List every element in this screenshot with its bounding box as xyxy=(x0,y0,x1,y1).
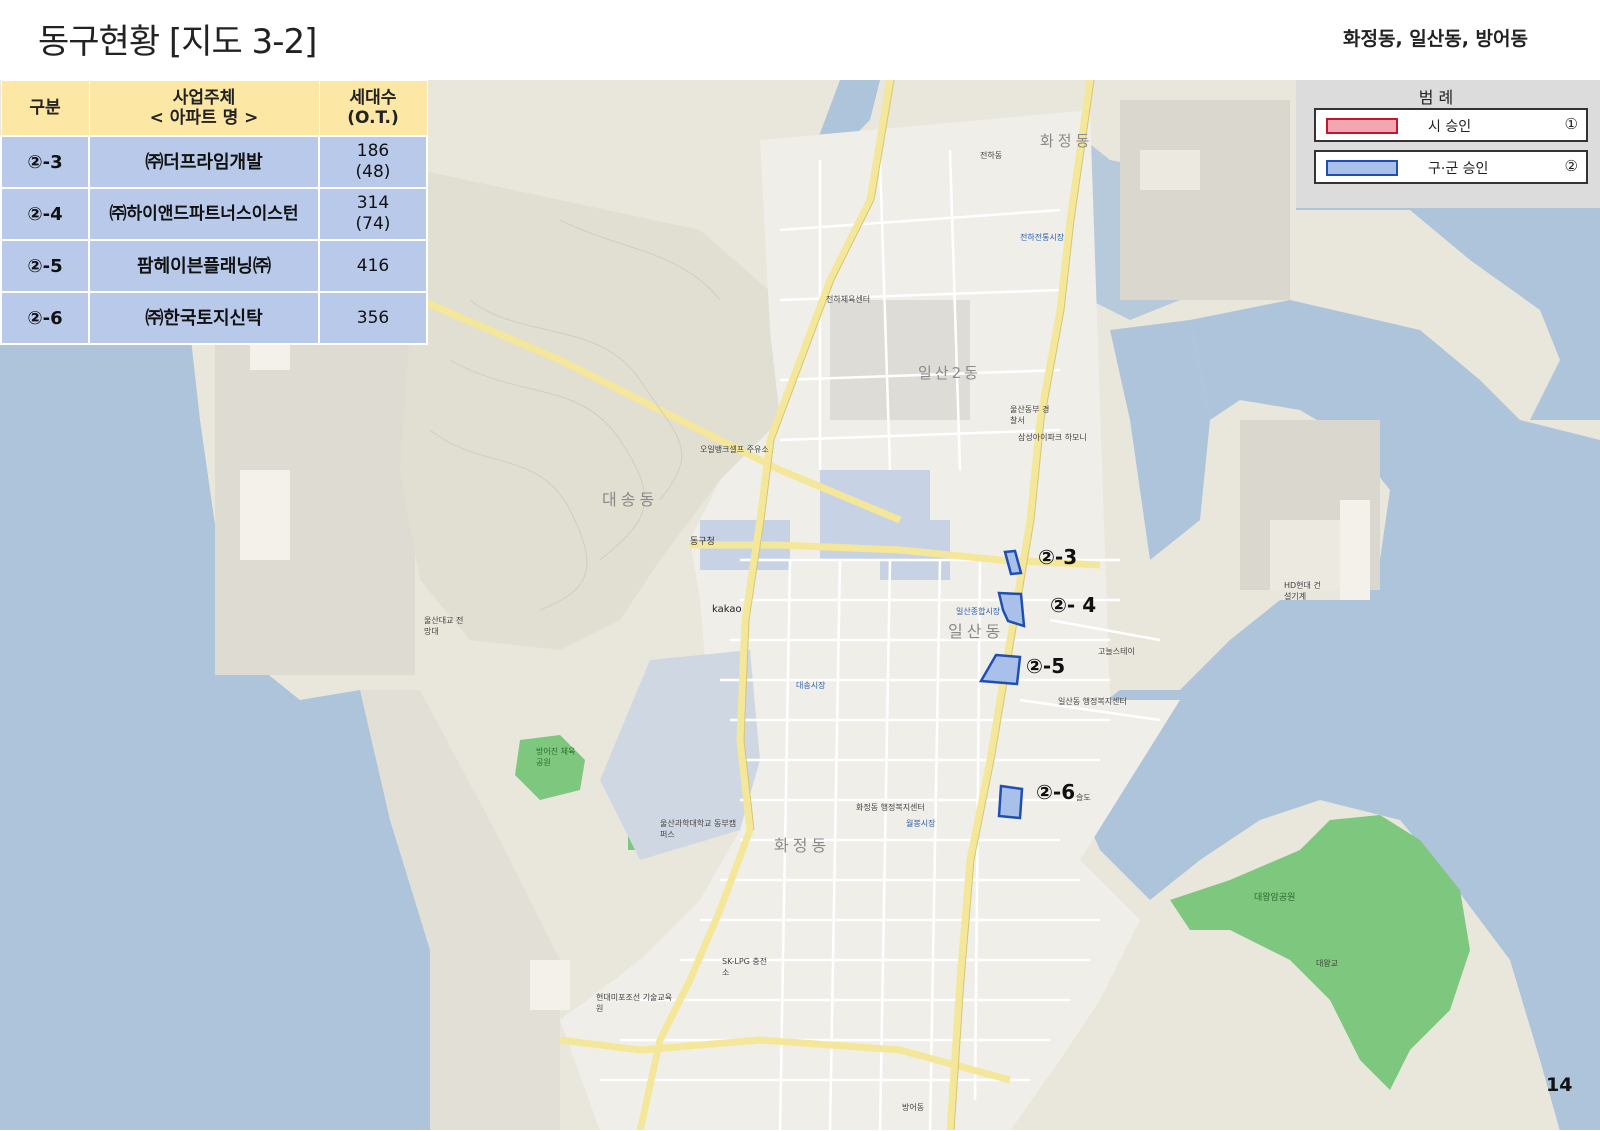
row-id: ②-3 xyxy=(0,135,90,189)
row-units-ot: (48) xyxy=(355,162,391,182)
place-kakao: kakao xyxy=(712,604,742,615)
place-hd-construction[interactable]: HD현대 건설기계 xyxy=(1284,580,1328,602)
table-row[interactable]: ②-5 팜헤이븐플래닝㈜ 416 xyxy=(0,239,428,293)
place-bangeo-dong: 방어동 xyxy=(902,1103,925,1112)
place-samsung-ipark[interactable]: 삼성아이파크 하모니 xyxy=(1018,432,1088,443)
place-jeonha-market[interactable]: 전하전통시장 xyxy=(1020,232,1064,243)
legend-swatch-district xyxy=(1326,160,1398,176)
table-row[interactable]: ②-6 ㈜한국토지신탁 356 xyxy=(0,291,428,345)
place-bangeojin-park[interactable]: 방어진 체육공원 xyxy=(536,746,580,768)
place-daewang-bridge: 대왕교 xyxy=(1316,959,1339,968)
row-id: ②-4 xyxy=(0,187,90,241)
header-units-line2: (O.T.) xyxy=(347,108,399,128)
site-label-2-4[interactable]: ②- 4 xyxy=(1050,593,1096,617)
place-jeonha-dong: 전하동 xyxy=(980,151,1003,160)
place-daewangam[interactable]: 대왕암공원 xyxy=(1254,890,1295,903)
row-name: ㈜더프라임개발 xyxy=(88,135,320,189)
place-ilsan-market[interactable]: 일산종합시장 xyxy=(956,606,1000,617)
site-2-6-polygon xyxy=(997,784,1024,820)
daewangam-park xyxy=(1170,815,1470,1090)
place-bridge-observatory[interactable]: 울산대교 전망대 xyxy=(424,615,466,637)
place-ilsan-office[interactable]: 일산동 행정복지센터 xyxy=(1058,696,1128,707)
page-subtitle: 화정동, 일산동, 방어동 xyxy=(1343,28,1528,50)
row-units-value: 356 xyxy=(356,307,390,328)
map-legend: 범 례 시 승인 ① 구·군 승인 ② xyxy=(1296,80,1600,208)
place-oilbank[interactable]: 오일뱅크셀프 주유소 xyxy=(700,444,770,455)
place-lpg-station[interactable]: SK-LPG 충전소 xyxy=(722,956,770,978)
place-science-univ[interactable]: 울산과학대학교 동부캠퍼스 xyxy=(660,818,740,840)
row-units: 416 xyxy=(318,239,428,293)
legend-title: 범 례 xyxy=(1418,88,1454,107)
district-label-ilsan: 일산동 xyxy=(948,622,1005,641)
header-developer-line2: < 아파트 명 > xyxy=(149,108,259,128)
district-label-ilsan2: 일산2동 xyxy=(918,364,981,382)
row-id: ②-5 xyxy=(0,239,90,293)
legend-item-city: 시 승인 ① xyxy=(1314,108,1588,142)
table-row[interactable]: ②-3 ㈜더프라임개발 186 (48) xyxy=(0,135,428,189)
row-units: 186 (48) xyxy=(318,135,428,189)
legend-mark-city: ① xyxy=(1564,115,1578,133)
row-units: 314 (74) xyxy=(318,187,428,241)
district-label-hwajeong-2: 화정동 xyxy=(1040,132,1094,150)
place-seuldo: 슬도 xyxy=(1076,793,1091,802)
place-hwajeong-office[interactable]: 화정동 행정복지센터 xyxy=(856,802,926,813)
row-name: ㈜하이앤드파트너스이스턴 xyxy=(88,187,320,241)
row-units: 356 xyxy=(318,291,428,345)
place-wolbong-market[interactable]: 월봉시장 xyxy=(906,818,935,829)
row-units-ot: (74) xyxy=(355,214,391,234)
legend-item-district: 구·군 승인 ② xyxy=(1314,150,1588,184)
row-units-value: 186 xyxy=(356,141,390,161)
site-label-2-3[interactable]: ②-3 xyxy=(1038,545,1077,569)
site-label-2-5[interactable]: ②-5 xyxy=(1026,654,1065,678)
row-units-value: 314 xyxy=(356,193,390,213)
table-row[interactable]: ②-4 ㈜하이앤드파트너스이스턴 314 (74) xyxy=(0,187,428,241)
site-label-2-6[interactable]: ②-6 xyxy=(1036,780,1075,804)
place-police[interactable]: 울산동부 경찰서 xyxy=(1010,404,1054,426)
row-name: 팜헤이븐플래닝㈜ xyxy=(88,239,320,293)
header-developer: 사업주체 < 아파트 명 > xyxy=(88,80,320,137)
header-division: 구분 xyxy=(0,80,90,137)
legend-mark-district: ② xyxy=(1564,157,1578,175)
table-header-row: 구분 사업주체 < 아파트 명 > 세대수 (O.T.) xyxy=(0,80,428,137)
header-developer-line1: 사업주체 xyxy=(172,88,236,108)
place-daesong-market[interactable]: 대송시장 xyxy=(796,680,825,691)
header-units: 세대수 (O.T.) xyxy=(318,80,428,137)
legend-label-city: 시 승인 xyxy=(1428,119,1472,135)
legend-swatch-city xyxy=(1326,118,1398,134)
district-label-hwajeong: 화정동 xyxy=(774,836,831,855)
place-donggu-office[interactable]: 동구청 xyxy=(690,534,715,547)
sea-harbor xyxy=(1110,320,1210,560)
place-jeonha-sports[interactable]: 전하체육센터 xyxy=(826,294,870,305)
place-gonul-stay: 고늘스테이 xyxy=(1098,647,1135,656)
row-id: ②-6 xyxy=(0,291,90,345)
page-title: 동구현황 [지도 3-2] xyxy=(38,22,317,62)
row-units-value: 416 xyxy=(356,255,390,276)
place-mipo-training[interactable]: 현대미포조선 기술교육원 xyxy=(596,992,676,1014)
page-number: 14 xyxy=(1546,1074,1573,1096)
district-label-daesong: 대송동 xyxy=(602,490,659,509)
site-table: 구분 사업주체 < 아파트 명 > 세대수 (O.T.) ②-3 ㈜더프라임개발… xyxy=(0,80,428,345)
legend-label-district: 구·군 승인 xyxy=(1428,161,1489,177)
row-name: ㈜한국토지신탁 xyxy=(88,291,320,345)
header-units-line1: 세대수 xyxy=(349,88,397,108)
